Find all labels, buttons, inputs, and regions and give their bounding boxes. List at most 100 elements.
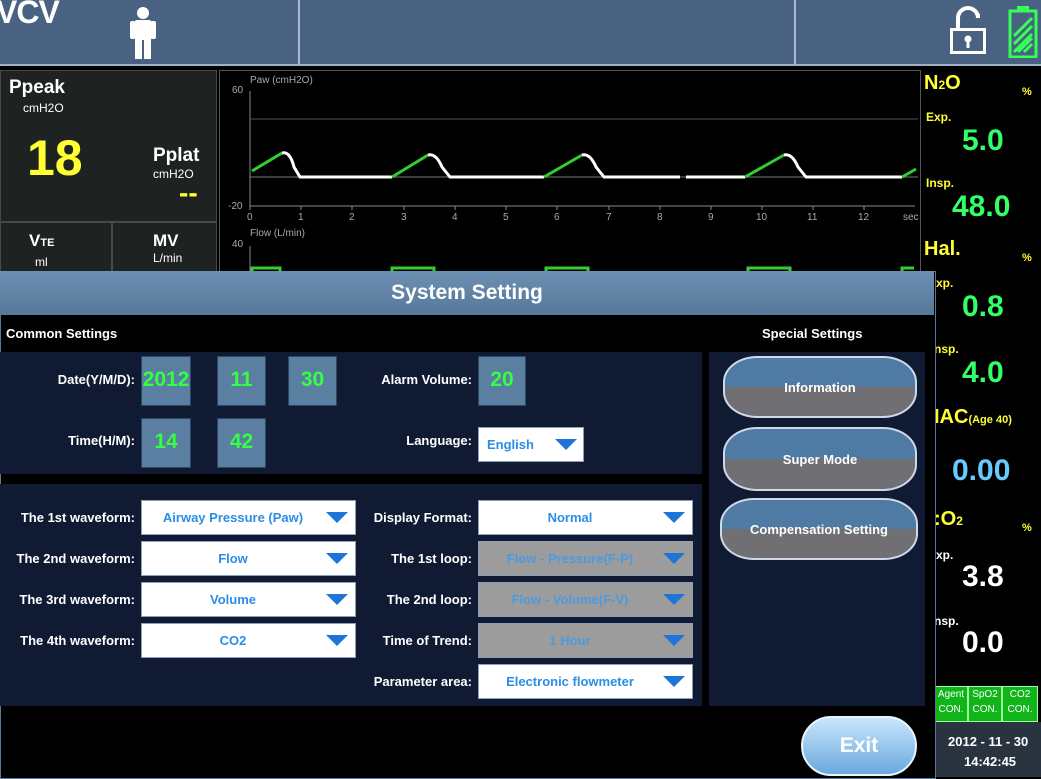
paw-ymax: 60 (232, 85, 244, 96)
chevron-down-icon (663, 553, 685, 564)
x-tick-0: 0 (247, 212, 253, 223)
battery-icon (1008, 6, 1038, 59)
patient-icon[interactable] (128, 6, 158, 60)
date-day-field[interactable]: 30 (288, 356, 337, 406)
parameter-area-label: Parameter area: (373, 674, 472, 689)
x-tick-1: 1 (298, 212, 304, 223)
time-label: Time(H/M): (68, 433, 135, 448)
wave2-label: The 2nd waveform: (16, 551, 135, 566)
loop2-label: The 2nd loop: (386, 592, 472, 607)
co2-insp-label: nsp. (934, 614, 959, 628)
parameter-area-select[interactable]: Electronic flowmeter (478, 664, 693, 699)
x-tick-7: 7 (606, 212, 612, 223)
mv-label: MV (153, 231, 179, 250)
hal-insp-value: 4.0 (962, 356, 1004, 389)
time-hour-field[interactable]: 14 (141, 418, 191, 468)
status-spo2[interactable]: SpO2 CON. (968, 686, 1002, 722)
ventilation-mode[interactable]: VCV (0, 0, 60, 31)
co2-unit: % (1022, 522, 1032, 534)
top-bar: VCV (0, 0, 1041, 66)
time-minute-field[interactable]: 42 (217, 418, 266, 468)
ppeak-label: Ppeak (9, 77, 65, 98)
information-button[interactable]: Information (723, 356, 917, 418)
x-tick-4: 4 (452, 212, 458, 223)
display-format-select[interactable]: Normal (478, 500, 693, 535)
clock-box: 2012 - 11 - 30 14:42:45 (934, 722, 1041, 777)
alarm-volume-label: Alarm Volume: (381, 372, 472, 387)
x-tick-8: 8 (657, 212, 663, 223)
status-co2[interactable]: CO2 CON. (1002, 686, 1038, 722)
pplat-value: -- (179, 177, 198, 208)
chevron-down-icon (663, 512, 685, 523)
trend-time-select[interactable]: 1 Hour (478, 623, 693, 658)
waveform-panel[interactable]: Paw (cmH2O) 60 -20 Flow (L/min) 40 0 1 2… (219, 70, 921, 272)
flow-axis-label: Flow (L/min) (250, 228, 306, 239)
exit-button[interactable]: Exit (801, 716, 917, 776)
date-label: Date(Y/M/D): (57, 372, 135, 387)
dialog-title: System Setting (0, 271, 934, 315)
co2-insp-value: 0.0 (962, 626, 1004, 659)
common-settings-label: Common Settings (6, 326, 118, 341)
loop1-label: The 1st loop: (391, 551, 472, 566)
paw-ymin: -20 (228, 201, 243, 212)
co2-name: :O2 (934, 508, 963, 530)
x-tick-2: 2 (349, 212, 355, 223)
hal-exp-value: 0.8 (962, 290, 1004, 323)
n2o-unit: % (1022, 86, 1032, 98)
x-tick-6: 6 (554, 212, 560, 223)
gas-panel: N2O % Exp. 5.0 Insp. 48.0 Hal. % xp. 0.8… (922, 66, 1041, 777)
pplat-label: Pplat (153, 145, 200, 166)
language-label: Language: (406, 433, 472, 448)
paw-axis-label: Paw (cmH2O) (250, 75, 313, 86)
hal-unit: % (1022, 252, 1032, 264)
x-tick-5: 5 (503, 212, 509, 223)
special-settings-label: Special Settings (762, 326, 863, 341)
hal-exp-label: xp. (936, 276, 954, 290)
wave1-label: The 1st waveform: (20, 510, 135, 525)
x-tick-10: 10 (756, 212, 768, 223)
clock-time: 14:42:45 (964, 754, 1017, 769)
vte-label: VTE (29, 231, 55, 250)
chevron-down-icon (663, 676, 685, 687)
mac-name: IAC(Age 40) (934, 406, 1012, 428)
wave3-select[interactable]: Volume (141, 582, 356, 617)
unlock-icon[interactable] (948, 6, 988, 56)
date-month-field[interactable]: 11 (217, 356, 266, 406)
ppeak-value: 18 (27, 130, 83, 186)
status-agent[interactable]: Agent CON. (934, 686, 968, 722)
wave4-select[interactable]: CO2 (141, 623, 356, 658)
compensation-setting-button[interactable]: Compensation Setting (720, 498, 918, 560)
loop2-select[interactable]: Flow - Volume(F-V) (478, 582, 693, 617)
flow-ymax: 40 (232, 239, 244, 250)
wave4-label: The 4th waveform: (20, 633, 135, 648)
co2-exp-label: xp. (936, 548, 954, 562)
x-tick-12: 12 (858, 212, 870, 223)
display-format-label: Display Format: (373, 510, 472, 525)
x-unit: sec (903, 212, 919, 223)
super-mode-button[interactable]: Super Mode (723, 427, 917, 491)
wave1-select[interactable]: Airway Pressure (Paw) (141, 500, 356, 535)
mv-unit: L/min (153, 251, 183, 265)
language-select[interactable]: English (478, 427, 584, 462)
chevron-down-icon (663, 635, 685, 646)
clock-date: 2012 - 11 - 30 (948, 734, 1029, 749)
vte-unit: ml (35, 255, 48, 269)
n2o-insp-value: 48.0 (952, 190, 1011, 223)
n2o-exp-label: Exp. (926, 110, 952, 124)
date-year-field[interactable]: 2012 (141, 356, 191, 406)
ppeak-unit: cmH2O (23, 101, 64, 115)
co2-exp-value: 3.8 (962, 560, 1004, 593)
wave2-select[interactable]: Flow (141, 541, 356, 576)
x-tick-3: 3 (401, 212, 407, 223)
loop1-select[interactable]: Flow - Pressure(F-P) (478, 541, 693, 576)
n2o-exp-value: 5.0 (962, 124, 1004, 157)
hal-insp-label: nsp. (934, 342, 959, 356)
chevron-down-icon (663, 594, 685, 605)
n2o-insp-label: Insp. (926, 176, 955, 190)
n2o-name: N2O (924, 72, 961, 94)
wave3-label: The 3rd waveform: (19, 592, 135, 607)
alarm-volume-field[interactable]: 20 (478, 356, 526, 406)
chevron-down-icon (555, 439, 577, 450)
ppeak-box: Ppeak cmH2O 18 Pplat cmH2O -- (0, 70, 217, 222)
datetime-panel (0, 352, 702, 474)
